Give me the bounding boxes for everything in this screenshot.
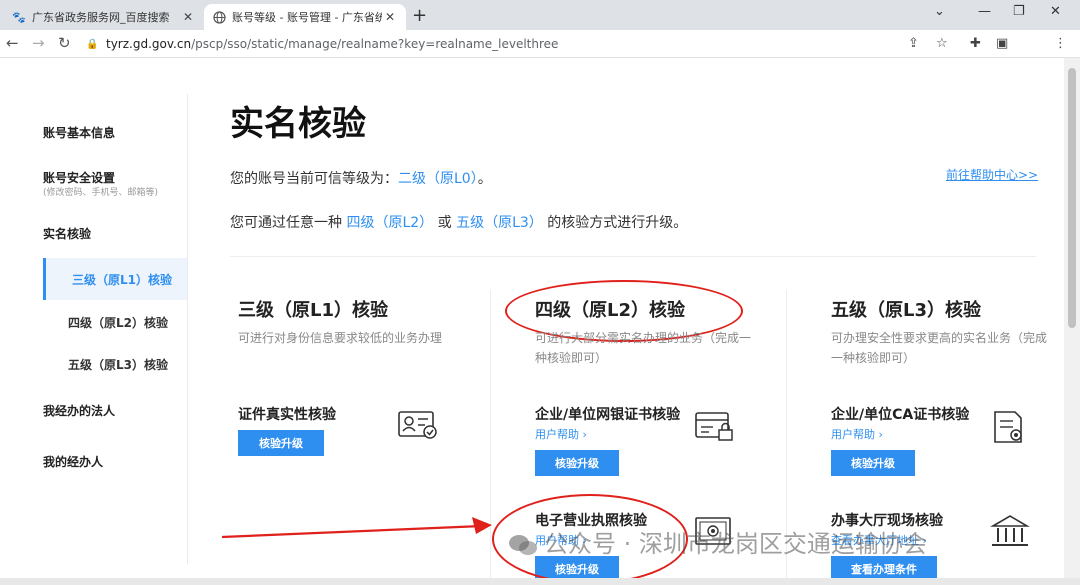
baidu-paw-icon: 🐾 (12, 10, 26, 24)
sidebar-item-level4[interactable]: 四级（原L2）核验 (68, 314, 168, 331)
scrollbar-thumb[interactable] (1068, 68, 1076, 328)
browser-tab-baidu[interactable]: 🐾 广东省政务服务网_百度搜索 ✕ (4, 4, 204, 30)
lock-icon: 🔒 (86, 38, 99, 50)
level3-title: 三级（原L1）核验 (238, 300, 388, 321)
help-center-link[interactable]: 前往帮助中心>> (946, 166, 1038, 183)
minimize-icon[interactable]: — (978, 4, 991, 19)
current-level-value: 二级（原L0） (398, 171, 478, 187)
annotation-arrow (221, 517, 492, 539)
vertical-scrollbar[interactable] (1064, 58, 1080, 578)
bank-cert-help-link[interactable]: 用户帮助 › (535, 426, 587, 442)
address-bar-row: ← → ↻ 🔒 tyrz.gd.gov.cn/pscp/sso/static/m… (0, 30, 1080, 82)
upgrade-or: 或 (437, 215, 452, 231)
url-path: /pscp/sso/static/manage/realname?key=rea… (191, 37, 559, 51)
window-close-icon[interactable]: ✕ (1050, 4, 1061, 19)
sidebar-item-level5[interactable]: 五级（原L3）核验 (68, 356, 168, 373)
share-icon[interactable]: ⇪ (908, 36, 919, 51)
level3-desc: 可进行对身份信息要求较低的业务办理 (238, 331, 443, 345)
sidebar-item-realname[interactable]: 实名核验 (43, 225, 91, 242)
sidebar-item-security[interactable]: 账号安全设置 (43, 169, 115, 186)
back-icon[interactable]: ← (6, 34, 19, 52)
id-verification-title: 证件真实性核验 (238, 407, 336, 423)
level-prefix: 您的账号当前可信等级为： (230, 171, 398, 187)
tab-title: 广东省政务服务网_百度搜索 (32, 11, 170, 24)
sidebar-item-level3[interactable]: 三级（原L1）核验 (43, 258, 187, 300)
id-card-check-icon (398, 410, 438, 444)
close-icon[interactable]: ✕ (180, 10, 196, 24)
url-host: tyrz.gd.gov.cn (106, 37, 192, 51)
sidebar-item-label: 三级（原L1）核验 (72, 272, 172, 287)
current-level-text: 您的账号当前可信等级为：二级（原L0）。 (230, 168, 492, 188)
government-building-icon (990, 514, 1030, 552)
restore-icon[interactable]: ❐ (1013, 4, 1025, 19)
watermark: 公众号 · 深圳市龙岗区交通运输协会 (508, 524, 927, 559)
new-tab-button[interactable]: + (412, 5, 427, 26)
tab-search-icon[interactable]: ⌄ (934, 4, 945, 19)
header-divider (230, 256, 1036, 257)
wechat-icon (508, 533, 538, 557)
level5-title: 五级（原L3）核验 (831, 300, 981, 321)
browser-tab-bar: 🐾 广东省政务服务网_百度搜索 ✕ 账号等级 - 账号管理 - 广东省统 ✕ +… (0, 0, 1080, 30)
menu-kebab-icon[interactable]: ⋮ (1054, 36, 1067, 51)
ca-cert-help-link[interactable]: 用户帮助 › (831, 426, 883, 442)
sidebar-item-basic-info[interactable]: 账号基本信息 (43, 124, 115, 141)
bank-card-lock-icon (695, 410, 735, 446)
extensions-icon[interactable]: ✚ (970, 36, 981, 51)
ca-cert-title: 企业/单位CA证书核验 (831, 407, 970, 423)
upgrade-prefix: 您可通过任意一种 (230, 215, 342, 231)
sidebar: 账号基本信息 账号安全设置 (修改密码、手机号、邮箱等) 实名核验 三级（原L1… (0, 94, 188, 564)
url-field[interactable]: 🔒 tyrz.gd.gov.cn/pscp/sso/static/manage/… (86, 33, 896, 55)
reload-icon[interactable]: ↻ (58, 34, 71, 52)
forward-icon[interactable]: → (32, 34, 45, 52)
tab-title: 账号等级 - 账号管理 - 广东省统 (232, 11, 382, 24)
upgrade-instruction: 您可通过任意一种 四级（原L2） 或 五级（原L3） 的核验方式进行升级。 (230, 212, 687, 232)
upgrade-suffix: 的核验方式进行升级。 (547, 215, 688, 231)
upgrade-option-level5: 五级（原L3） (456, 215, 543, 231)
level-suffix: 。 (477, 171, 492, 187)
ca-cert-upgrade-button[interactable]: 核验升级 (831, 450, 915, 476)
page-title: 实名核验 (230, 104, 366, 144)
certificate-icon (993, 410, 1027, 450)
level4-desc: 可进行大部分需实名办理的业务（完成一种核验即可） (535, 331, 752, 365)
bank-cert-upgrade-button[interactable]: 核验升级 (535, 450, 619, 476)
upgrade-option-level4: 四级（原L2） (346, 215, 434, 231)
watermark-text: 公众号 · 深圳市龙岗区交通运输协会 (544, 530, 927, 558)
sidebar-item-security-sub: (修改密码、手机号、邮箱等) (43, 188, 159, 198)
view-conditions-button[interactable]: 查看办理条件 (831, 556, 937, 578)
id-verification-upgrade-button[interactable]: 核验升级 (238, 430, 324, 456)
side-panel-icon[interactable]: ▣ (996, 36, 1008, 51)
sidebar-item-my-legal-entities[interactable]: 我经办的法人 (43, 402, 115, 419)
bookmark-star-icon[interactable]: ☆ (936, 36, 948, 51)
horizontal-scrollbar[interactable] (0, 578, 1080, 585)
sidebar-item-my-agents[interactable]: 我的经办人 (43, 453, 103, 470)
bank-cert-title: 企业/单位网银证书核验 (535, 407, 681, 423)
globe-icon (212, 10, 226, 24)
browser-tab-account[interactable]: 账号等级 - 账号管理 - 广东省统 ✕ (204, 4, 406, 30)
level5-desc: 可办理安全性要求更高的实名业务（完成一种核验即可） (831, 331, 1048, 365)
close-icon[interactable]: ✕ (382, 10, 398, 24)
page-content: 账号基本信息 账号安全设置 (修改密码、手机号、邮箱等) 实名核验 三级（原L1… (0, 58, 1064, 578)
